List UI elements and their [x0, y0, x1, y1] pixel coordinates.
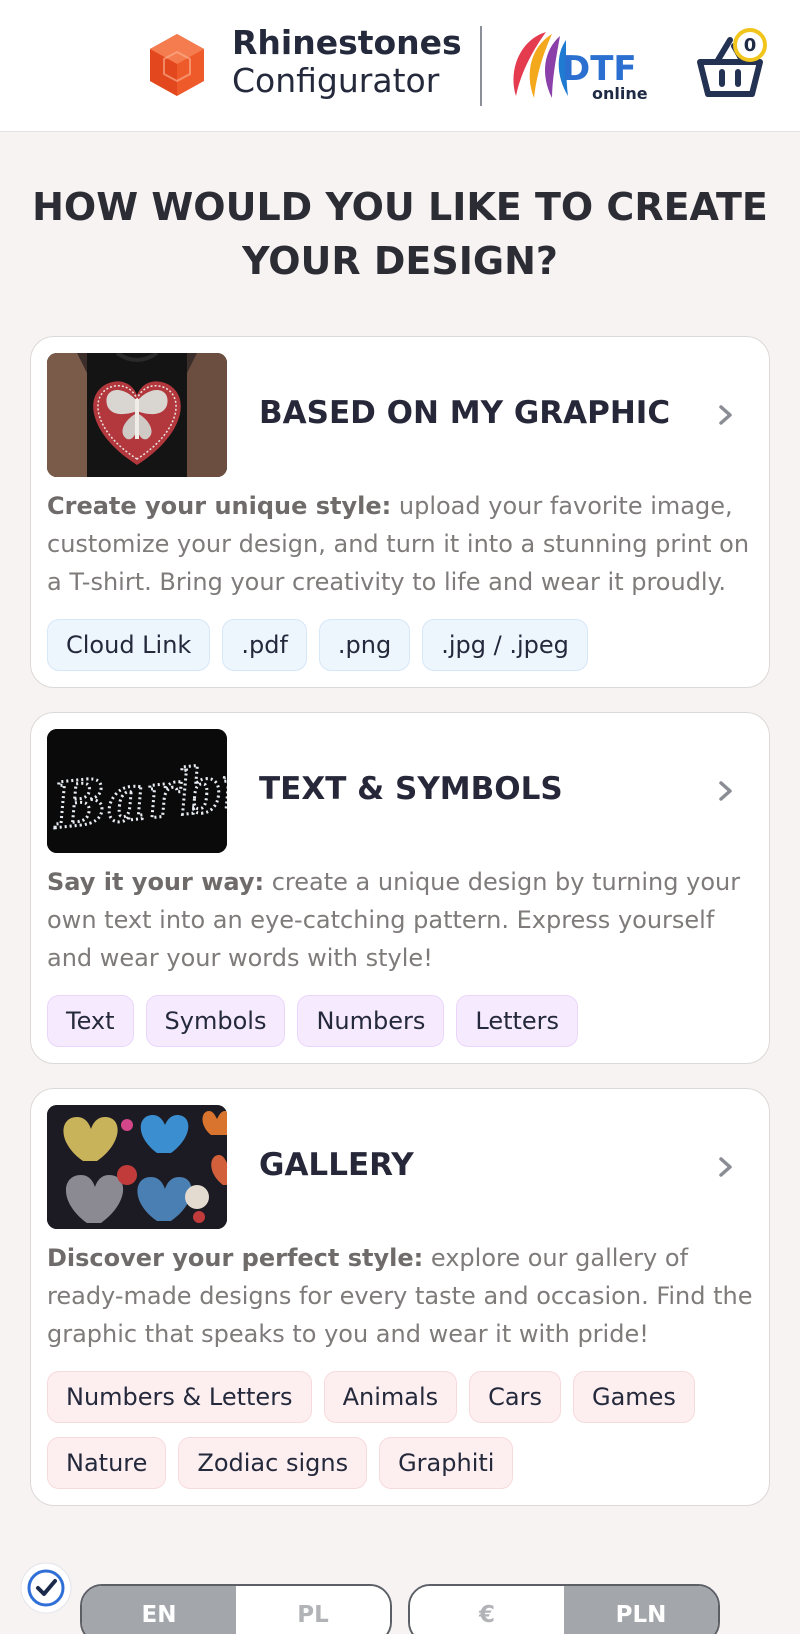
tag-png[interactable]: .png — [318, 619, 411, 671]
tag-graphiti[interactable]: Graphiti — [379, 1437, 514, 1489]
description-lead: Create your unique style: — [47, 492, 392, 520]
svg-text:online: online — [592, 84, 648, 103]
tag-cars[interactable]: Cars — [469, 1371, 561, 1423]
tshirt-butterfly-image — [47, 353, 227, 477]
chevron-right-icon[interactable] — [713, 773, 739, 809]
tag-symbols[interactable]: Symbols — [145, 995, 286, 1047]
tag-letters[interactable]: Letters — [456, 995, 579, 1047]
description-lead: Discover your perfect style: — [47, 1244, 424, 1272]
chevron-right-icon[interactable] — [713, 1149, 739, 1185]
card-description: Say it your way: create a unique design … — [47, 863, 757, 977]
header: Rhinestones Configurator DTF online 0 — [0, 0, 800, 132]
cube-logo-icon[interactable] — [148, 32, 206, 98]
tag-cloud-link[interactable]: Cloud Link — [47, 619, 211, 671]
language-option-pl[interactable]: PL — [236, 1586, 390, 1634]
currency-toggle: € PLN — [408, 1584, 720, 1634]
card-title: TEXT & SYMBOLS — [259, 771, 563, 807]
option-card-based-on-graphic[interactable]: BASED ON MY GRAPHIC Create your unique s… — [30, 336, 770, 688]
svg-text:DTF: DTF — [562, 49, 637, 89]
card-description: Discover your perfect style: explore our… — [47, 1239, 757, 1353]
chevron-right-icon[interactable] — [713, 397, 739, 433]
verified-check-icon[interactable] — [20, 1562, 72, 1614]
brand-subtitle: Configurator — [232, 60, 440, 100]
tag-nature[interactable]: Nature — [47, 1437, 167, 1489]
dtf-online-logo[interactable]: DTF online — [506, 26, 656, 106]
brand-name[interactable]: Rhinestones Configurator — [232, 23, 462, 100]
tag-pdf[interactable]: .pdf — [222, 619, 307, 671]
tag-zodiac-signs[interactable]: Zodiac signs — [178, 1437, 368, 1489]
tag-numbers-letters[interactable]: Numbers & Letters — [47, 1371, 312, 1423]
option-card-text-symbols[interactable]: Barbie TEXT & SYMBOLS Say it your way: c… — [30, 712, 770, 1064]
option-card-gallery[interactable]: GALLERY Discover your perfect style: exp… — [30, 1088, 770, 1506]
language-option-en[interactable]: EN — [82, 1586, 236, 1634]
card-description: Create your unique style: upload your fa… — [47, 487, 757, 601]
tag-list: Cloud Link .pdf .png .jpg / .jpeg — [47, 619, 757, 671]
language-toggle: EN PL — [80, 1584, 392, 1634]
cart-count-badge[interactable]: 0 — [733, 28, 767, 62]
tag-jpg[interactable]: .jpg / .jpeg — [422, 619, 588, 671]
page-title: HOW WOULD YOU LIKE TO CREATE YOUR DESIGN… — [32, 185, 768, 283]
card-title: GALLERY — [259, 1147, 414, 1183]
tag-text[interactable]: Text — [47, 995, 134, 1047]
currency-option-pln[interactable]: PLN — [564, 1586, 718, 1634]
tag-animals[interactable]: Animals — [323, 1371, 458, 1423]
header-divider — [480, 26, 482, 106]
brand-title: Rhinestones — [232, 23, 462, 62]
tag-list: Numbers & Letters Animals Cars Games Nat… — [47, 1371, 757, 1489]
tag-games[interactable]: Games — [572, 1371, 695, 1423]
tag-numbers[interactable]: Numbers — [297, 995, 445, 1047]
rhinestone-text-image: Barbie — [47, 729, 227, 853]
tag-list: Text Symbols Numbers Letters — [47, 995, 757, 1047]
currency-option-eur[interactable]: € — [410, 1586, 564, 1634]
card-title: BASED ON MY GRAPHIC — [259, 395, 671, 431]
description-lead: Say it your way: — [47, 868, 265, 896]
rhinestone-hearts-image — [47, 1105, 227, 1229]
